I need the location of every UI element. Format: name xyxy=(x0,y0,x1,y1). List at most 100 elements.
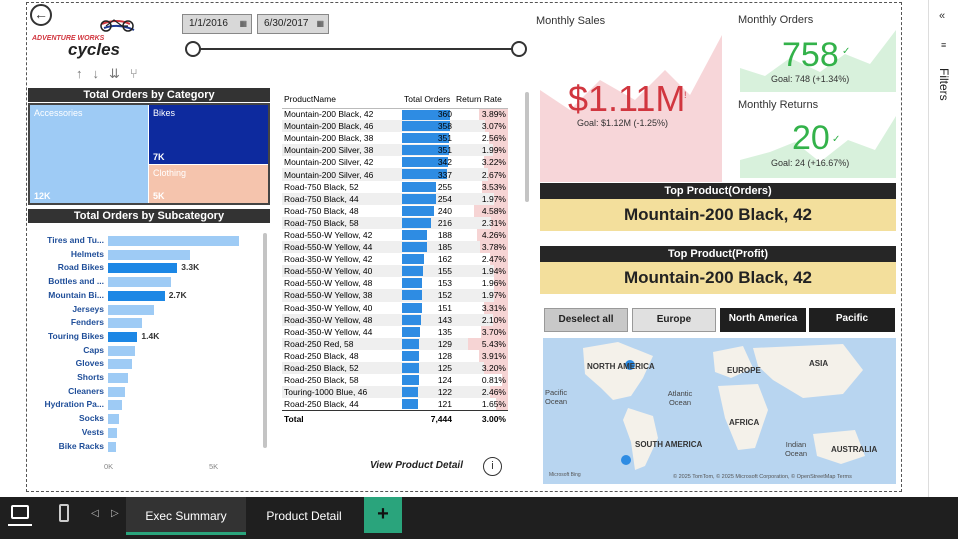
table-row[interactable]: Mountain-200 Silver, 38 351 1.99% xyxy=(282,144,508,157)
table-row[interactable]: Road-250 Black, 58 124 0.81% xyxy=(282,374,508,387)
subcategory-bar[interactable] xyxy=(108,373,128,383)
table-row[interactable]: Road-550-W Yellow, 48 153 1.96% xyxy=(282,277,508,290)
subcategory-label: Fenders xyxy=(70,317,104,328)
expand-all-icon[interactable]: ⇊ xyxy=(109,66,130,81)
prev-page-icon[interactable]: ◁ xyxy=(91,508,99,519)
product-name-cell: Road-550-W Yellow, 40 xyxy=(282,265,402,278)
return-rate-cell: 1.65% xyxy=(481,398,508,410)
table-row[interactable]: Road-550-W Yellow, 44 185 3.78% xyxy=(282,241,508,254)
region-pacific-button[interactable]: Pacific xyxy=(809,308,895,332)
table-row[interactable]: Road-750 Black, 58 216 2.31% xyxy=(282,216,508,229)
subcategory-bar[interactable] xyxy=(108,290,165,301)
table-row[interactable]: Road-750 Black, 52 255 3.53% xyxy=(282,180,508,193)
subcategory-bar[interactable] xyxy=(108,400,122,411)
page-tab-bar: ◁ ▷ Exec Summary Product Detail + xyxy=(0,497,958,539)
table-row[interactable]: Road-750 Black, 48 240 4.58% xyxy=(282,204,508,217)
calendar-icon[interactable]: ▦ xyxy=(316,15,324,33)
collapse-chevron-icon[interactable]: « xyxy=(939,10,945,22)
table-row[interactable]: Road-750 Black, 44 254 1.97% xyxy=(282,192,508,205)
date-range-end-handle[interactable] xyxy=(511,41,527,57)
subcategory-bar[interactable] xyxy=(108,236,240,246)
x-axis-tick: 0K xyxy=(104,462,114,471)
orders-data-bar xyxy=(402,181,436,192)
total-orders-cell: 255 xyxy=(402,181,454,193)
subcategory-label: Jerseys xyxy=(72,303,104,314)
drill-up-icon[interactable]: ↑ xyxy=(76,66,93,81)
subcategory-bar[interactable] xyxy=(108,263,178,274)
tab-product-detail[interactable]: Product Detail xyxy=(248,497,360,535)
subcategory-bar[interactable] xyxy=(108,318,142,329)
end-date-input[interactable]: 6/30/2017 ▦ xyxy=(257,14,329,34)
filter-icon[interactable]: ≡ xyxy=(941,40,946,50)
subcategory-bar[interactable] xyxy=(108,345,136,356)
column-header-total-orders[interactable]: Total Orders xyxy=(402,90,454,109)
orders-data-bar xyxy=(402,217,431,228)
drill-down-icon[interactable]: ↓ xyxy=(93,66,110,81)
add-page-button[interactable]: + xyxy=(364,497,402,533)
table-row[interactable]: Road-250 Black, 48 128 3.91% xyxy=(282,349,508,362)
mobile-view-icon[interactable] xyxy=(59,504,69,522)
desktop-view-icon[interactable] xyxy=(11,505,29,519)
returns-kpi-value: 20 xyxy=(792,119,830,157)
product-name-cell: Road-750 Black, 52 xyxy=(284,181,359,192)
deselect-all-button[interactable]: Deselect all xyxy=(544,308,628,332)
subcategory-bar[interactable] xyxy=(108,427,118,438)
column-header-return-rate[interactable]: Return Rate xyxy=(454,90,508,109)
subcategory-bar[interactable] xyxy=(108,331,138,342)
subcategory-bar[interactable] xyxy=(108,441,117,452)
table-row[interactable]: Road-250 Black, 44 121 1.65% xyxy=(282,398,508,410)
hierarchy-icon[interactable]: ⑂ xyxy=(130,66,148,81)
return-rate-cell: 1.97% xyxy=(454,289,508,302)
desktop-view-underline xyxy=(8,524,32,526)
product-name-cell: Mountain-200 Silver, 46 xyxy=(282,168,402,181)
subcategory-label: Bike Racks xyxy=(58,440,104,451)
table-row[interactable]: Touring-1000 Blue, 46 122 2.46% xyxy=(282,386,508,399)
table-row[interactable]: Road-350-W Yellow, 40 151 3.31% xyxy=(282,301,508,314)
region-north-america-button[interactable]: North America xyxy=(720,308,806,332)
subcategory-bar-chart: Tires and Tu... Helmets Road Bikes 3.3K Bott… xyxy=(28,232,270,482)
calendar-icon[interactable]: ▦ xyxy=(239,15,247,33)
subcategory-bar[interactable] xyxy=(108,249,190,260)
map-attribution[interactable]: © 2025 TomTom, © 2025 Microsoft Corporat… xyxy=(673,474,852,480)
treemap-cell-clothing[interactable]: Clothing 5K xyxy=(149,165,268,203)
table-scrollbar[interactable] xyxy=(525,92,529,202)
total-orders-cell: 240 xyxy=(402,205,454,217)
date-range-start-handle[interactable] xyxy=(185,41,201,57)
subcategory-bar[interactable] xyxy=(108,414,119,425)
total-orders-cell: 125 xyxy=(402,361,454,375)
column-header-product[interactable]: ProductName xyxy=(282,90,402,109)
filters-pane[interactable]: « ≡ Filters xyxy=(928,0,958,497)
table-row[interactable]: Road-250 Black, 52 125 3.20% xyxy=(282,361,508,375)
view-product-detail-link[interactable]: View Product Detail xyxy=(370,460,463,471)
next-page-icon[interactable]: ▷ xyxy=(111,508,119,519)
table-row[interactable]: Road-550-W Yellow, 42 188 4.26% xyxy=(282,228,508,242)
subcategory-bar[interactable] xyxy=(108,359,133,370)
treemap-cell-bikes[interactable]: Bikes 7K xyxy=(149,105,268,164)
date-range-slider-track[interactable] xyxy=(192,48,520,50)
table-row[interactable]: Road-550-W Yellow, 40 155 1.94% xyxy=(282,265,508,278)
product-name-cell: Road-550-W Yellow, 38 xyxy=(282,289,402,302)
tab-exec-summary[interactable]: Exec Summary xyxy=(126,497,246,535)
table-row[interactable]: Mountain-200 Black, 38 351 2.56% xyxy=(282,132,508,145)
sales-map[interactable]: NORTH AMERICA EUROPE ASIA Pacific Ocean … xyxy=(543,338,896,484)
treemap-cell-accessories[interactable]: Accessories 12K xyxy=(30,105,148,203)
table-row[interactable]: Road-250 Red, 58 129 5.43% xyxy=(282,337,508,350)
subcategory-chart-title: Total Orders by Subcategory xyxy=(28,209,270,223)
orders-data-bar xyxy=(402,229,428,240)
table-row[interactable]: Mountain-200 Silver, 46 337 2.67% xyxy=(282,168,508,181)
table-row[interactable]: Road-350-W Yellow, 42 162 2.47% xyxy=(282,253,508,266)
chart-scrollbar[interactable] xyxy=(263,233,267,448)
orders-data-bar xyxy=(402,375,419,386)
subcategory-bar[interactable] xyxy=(108,277,171,288)
table-row[interactable]: Road-350-W Yellow, 48 143 2.10% xyxy=(282,313,508,326)
start-date-input[interactable]: 1/1/2016 ▦ xyxy=(182,14,252,34)
table-row[interactable]: Mountain-200 Black, 42 360 3.89% xyxy=(282,108,508,121)
table-row[interactable]: Mountain-200 Silver, 42 342 3.22% xyxy=(282,156,508,169)
table-row[interactable]: Road-350-W Yellow, 44 135 3.70% xyxy=(282,325,508,338)
table-row[interactable]: Mountain-200 Black, 46 358 3.07% xyxy=(282,120,508,133)
region-europe-button[interactable]: Europe xyxy=(632,308,716,332)
subcategory-bar[interactable] xyxy=(108,304,155,315)
table-row[interactable]: Road-550-W Yellow, 38 152 1.97% xyxy=(282,289,508,302)
subcategory-bar[interactable] xyxy=(108,386,125,397)
info-icon[interactable]: i xyxy=(483,457,502,476)
